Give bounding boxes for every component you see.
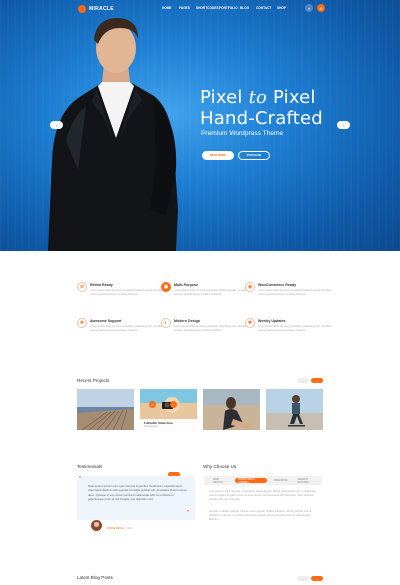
project-image-pier [77, 389, 134, 430]
feature-text: Lorem ipsum dolor sit amet consetetur sa… [174, 289, 248, 296]
feature-title: Multi-Purpose [174, 283, 198, 287]
updates-icon: ✱ [245, 318, 255, 328]
woocommerce-icon: ◉ [245, 282, 255, 292]
design-icon: ◐ [161, 318, 171, 328]
nav-icons: ⌕ ◘ [305, 4, 325, 12]
quote-close-icon: ” [187, 510, 190, 517]
feature-title: Weekly Updates [258, 319, 286, 323]
recent-projects-title: Recent Projects [77, 378, 110, 383]
feature-title: WooCommerce Ready [258, 283, 297, 287]
hero-title-line2: Hand-Crafted [200, 108, 323, 129]
projects-next-button[interactable]: › [311, 378, 323, 383]
project-image-skater [266, 389, 323, 430]
read-more-button[interactable]: READ MORE [202, 151, 234, 160]
tab-wordpress-themes[interactable]: WORDPRESS THEMES [235, 478, 268, 484]
project-image-woman [203, 389, 260, 430]
nav-item-home[interactable]: HOME [162, 6, 179, 10]
purchase-button[interactable]: PURCHASE [238, 151, 270, 160]
author-role: – CEO [123, 527, 133, 530]
project-card-woman[interactable] [203, 389, 260, 430]
link-icon[interactable]: ∞ [149, 401, 156, 408]
blog-pager: ‹ › [297, 576, 323, 581]
hero-model-image [48, 18, 178, 251]
why-choose-title: Why Choose Us [203, 464, 237, 469]
projects-prev-button[interactable]: ‹ [297, 378, 309, 383]
multi-purpose-icon: ▣ [161, 282, 171, 292]
zoom-icon[interactable]: ⌕ [170, 401, 177, 408]
feature-text: Lorem ipsum dolor sit amet consetetur sa… [258, 289, 332, 296]
project-card-pier[interactable] [77, 389, 134, 430]
feature-title: Modern Design [174, 319, 200, 323]
quote-open-icon: “ [79, 476, 82, 483]
logo-icon [78, 5, 86, 13]
hero-slider: MIRACLE HOME PAGES SHORTCODES PORTFOLIO … [0, 0, 400, 251]
slider-prev-button[interactable]: ‹ [50, 121, 63, 129]
hero-title: Pixel to Pixel Hand-Crafted [200, 87, 360, 129]
project-caption: Fullwidth Slideshow Photography [140, 419, 197, 430]
hero-title-line1: Pixel to Pixel [200, 87, 360, 108]
feature-title: Awesome Support [90, 319, 122, 323]
feature-text: Lorem ipsum dolor sit amet consetetur sa… [258, 325, 332, 332]
avatar [90, 519, 103, 532]
blog-next-button[interactable]: › [311, 576, 323, 581]
hero-subtitle: Premium Wordpress Theme [201, 130, 284, 137]
cart-icon[interactable]: ◘ [317, 4, 325, 12]
nav-menu: HOME PAGES SHORTCODES PORTFOLIO BLOG CON… [162, 6, 291, 10]
main-navigation: MIRACLE HOME PAGES SHORTCODES PORTFOLIO … [0, 0, 400, 18]
hero-title-word-pixel: Pixel [200, 87, 249, 108]
tab-search-engines[interactable]: SEARCH ENGINES [295, 478, 322, 484]
logo-text: MIRACLE [89, 6, 114, 12]
testimonial-author: JANICE DEVIA – CEO [106, 527, 132, 530]
hero-title-word-to: to [248, 87, 268, 108]
author-name: JANICE DEVIA [106, 527, 124, 530]
why-paragraph-1: Lorem ipsum dolor sit amet, consectetur … [209, 490, 316, 501]
feature-title: Retina Ready [90, 283, 113, 287]
blog-prev-button[interactable]: ‹ [297, 576, 309, 581]
tab-web-design[interactable]: WEB DESIGN [210, 478, 231, 484]
tab-branding[interactable]: BRANDING [271, 478, 290, 483]
why-paragraph-2: Aenean in aliquet tristique. Aliquam era… [209, 510, 313, 521]
nav-item-shortcodes[interactable]: SHORTCODES [196, 6, 219, 10]
retina-icon: ⊕ [77, 282, 87, 292]
project-card-slideshow[interactable]: ∞ ⌕ Fullwidth Slideshow Photography [140, 389, 197, 430]
why-tabs: WEB DESIGN WORDPRESS THEMES BRANDING SEA… [204, 476, 322, 485]
feature-text: Lorem ipsum dolor sit amet consetetur sa… [90, 289, 164, 296]
latest-blog-title: Latest Blog Posts [77, 575, 113, 580]
testimonials-title: Testimonials [77, 464, 103, 469]
nav-item-pages[interactable]: PAGES [179, 6, 196, 10]
feature-text: Lorem ipsum dolor sit amet consetetur sa… [90, 325, 164, 332]
support-icon: ✚ [77, 318, 87, 328]
nav-item-contact[interactable]: CONTACT [256, 6, 277, 10]
hero-title-word-pixel-2: Pixel [267, 87, 316, 108]
search-icon[interactable]: ⌕ [305, 4, 313, 12]
testimonial-quote: Maecenas mentum enim quis rhoncus imperd… [88, 484, 187, 502]
nav-item-blog[interactable]: BLOG [240, 6, 256, 10]
projects-pager: ‹ › [297, 378, 323, 383]
nav-item-portfolio[interactable]: PORTFOLIO [219, 6, 240, 10]
nav-item-shop[interactable]: SHOP [277, 6, 291, 10]
project-caption-category: Photography [144, 425, 158, 428]
feature-text: Lorem ipsum dolor sit amet consetetur sa… [174, 325, 248, 332]
project-card-skater[interactable] [266, 389, 323, 430]
site-logo[interactable]: MIRACLE [78, 5, 114, 13]
